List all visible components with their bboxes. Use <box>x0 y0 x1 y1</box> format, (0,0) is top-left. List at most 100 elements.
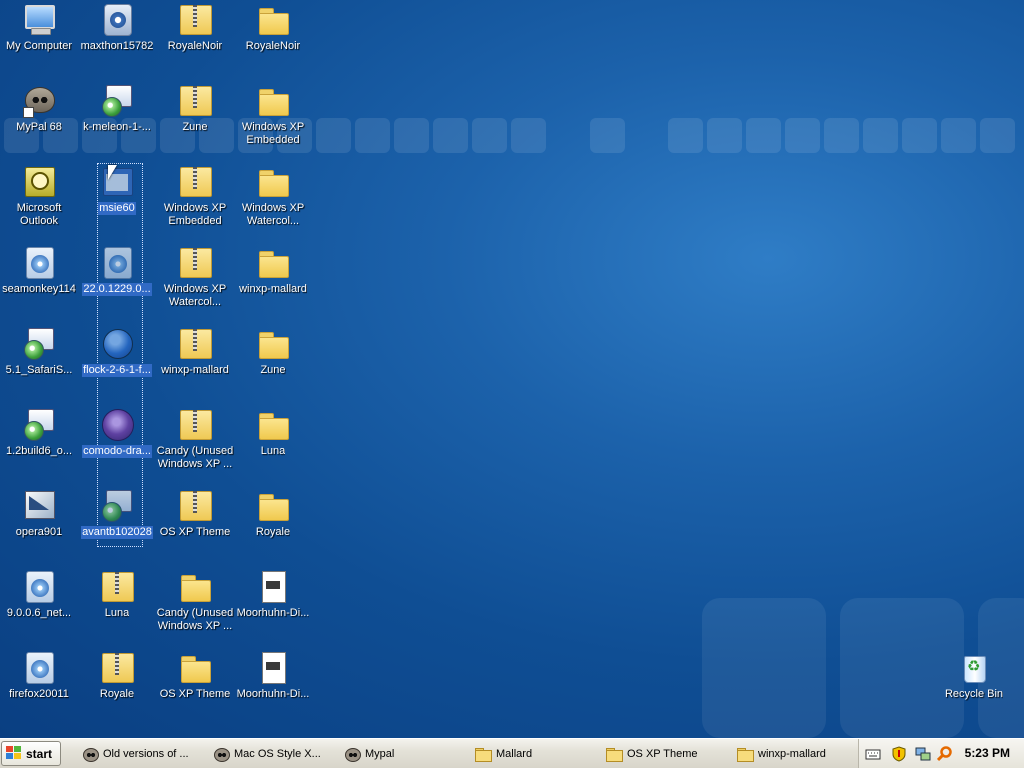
desktop-icon-os-xp-theme-folder[interactable]: OS XP Theme <box>156 648 234 724</box>
desktop-icon-recycle-bin[interactable]: Recycle Bin <box>935 648 1013 724</box>
taskbar-button-winxp-mallard[interactable]: winxp-mallard <box>731 741 855 766</box>
desktop-icon-xp-embedded-zip[interactable]: Windows XP Embedded <box>156 162 234 238</box>
desktop-icon-xp-watercolor-zip[interactable]: Windows XP Watercol... <box>156 243 234 319</box>
desktop-icon-label: Windows XP Watercol... <box>241 202 305 227</box>
desktop-icon-moorhuhn-2[interactable]: Moorhuhn-Di... <box>234 648 312 724</box>
cd-setup-icon <box>22 245 56 279</box>
desktop-icon-maxthon[interactable]: maxthon15782 <box>78 0 156 76</box>
desktop-icon-candy-zip[interactable]: Candy (Unused Windows XP ... <box>156 405 234 481</box>
taskbar: start Old versions of ... Mac OS Style X… <box>0 738 1024 768</box>
desktop-icon-microsoft-outlook[interactable]: Microsoft Outlook <box>0 162 78 238</box>
desktop-icon-k-meleon[interactable]: k-meleon-1-... <box>78 81 156 157</box>
desktop-icon-label: msie60 <box>98 202 136 215</box>
system-tray: 5:23 PM <box>858 739 1024 768</box>
desktop-icon-firefox[interactable]: firefox20011 <box>0 648 78 724</box>
desktop-icon-label: avantb102028 <box>81 526 153 539</box>
desktop-icon-royalenoir-zip[interactable]: RoyaleNoir <box>156 0 234 76</box>
desktop-icon-label: 5.1_SafariS... <box>5 364 73 376</box>
zip-folder-icon <box>178 245 212 279</box>
desktop-icon-mypal[interactable]: MyPal 68 <box>0 81 78 157</box>
wallpaper-tile-large <box>702 598 826 738</box>
maxthon-installer-icon <box>100 2 134 36</box>
desktop-icon-my-computer[interactable]: My Computer <box>0 0 78 76</box>
desktop-icon-winxp-mallard-zip[interactable]: winxp-mallard <box>156 324 234 400</box>
desktop-icon-label: Royale <box>99 688 135 700</box>
desktop-icon-candy-folder[interactable]: Candy (Unused Windows XP ... <box>156 567 234 643</box>
desktop-icon-msie60[interactable]: msie60 <box>78 162 156 238</box>
desktop-icon-label: OS XP Theme <box>159 688 231 700</box>
taskbar-button-mallard[interactable]: Mallard <box>469 741 593 766</box>
desktop-icon-opera[interactable]: opera901 <box>0 486 78 562</box>
taskbar-button-label: Old versions of ... <box>103 747 189 760</box>
desktop-icon-label: Candy (Unused Windows XP ... <box>156 445 234 470</box>
desktop-icon-os-xp-theme-zip[interactable]: OS XP Theme <box>156 486 234 562</box>
windows-flag-icon <box>6 746 22 761</box>
desktop-icon-xp-watercolor-folder[interactable]: Windows XP Watercol... <box>234 162 312 238</box>
taskbar-button-old-versions[interactable]: Old versions of ... <box>76 741 200 766</box>
folder-icon <box>256 245 290 279</box>
desktop-icon-luna-zip[interactable]: Luna <box>78 567 156 643</box>
desktop-icon-seamonkey[interactable]: seamonkey114 <box>0 243 78 319</box>
desktop-icon-royale-folder[interactable]: Royale <box>234 486 312 562</box>
desktop-icon-zune-folder[interactable]: Zune <box>234 324 312 400</box>
desktop-icon-avant[interactable]: avantb102028 <box>78 486 156 562</box>
desktop-icon-build6[interactable]: 1.2build6_o... <box>0 405 78 481</box>
desktop-icon-label: Windows XP Watercol... <box>163 283 227 308</box>
opera-installer-icon <box>22 488 56 522</box>
desktop-icon-zune-zip[interactable]: Zune <box>156 81 234 157</box>
taskbar-button-mac-os-style[interactable]: Mac OS Style X... <box>207 741 331 766</box>
desktop-icon-label: winxp-mallard <box>239 283 307 295</box>
zip-folder-icon <box>100 650 134 684</box>
desktop-icon-net[interactable]: 9.0.0.6_net... <box>0 567 78 643</box>
taskbar-button-mypal[interactable]: Mypal <box>338 741 462 766</box>
start-button[interactable]: start <box>1 741 61 766</box>
desktop-icon-label: Recycle Bin <box>944 688 1004 700</box>
application-window-icon <box>100 164 134 198</box>
desktop-icon-label: Windows XP Embedded <box>163 202 227 227</box>
desktop-icon-label: Windows XP Embedded <box>241 121 305 146</box>
desktop-icon-comodo-dragon[interactable]: comodo-dra... <box>78 405 156 481</box>
desktop-icon-luna-folder[interactable]: Luna <box>234 405 312 481</box>
cd-setup-icon <box>100 245 134 279</box>
taskbar-button-label: winxp-mallard <box>758 747 826 760</box>
desktop-icon-label: Moorhuhn-Di... <box>236 688 310 700</box>
desktop-icon-label: 22.0.1229.0... <box>82 283 152 296</box>
desktop[interactable]: My Computer MyPal 68 Microsoft Outlook s… <box>0 0 1024 738</box>
desktop-icon-royale-zip[interactable]: Royale <box>78 648 156 724</box>
security-shield-icon[interactable] <box>891 746 907 762</box>
taskbar-button-os-xp-theme[interactable]: OS XP Theme <box>600 741 724 766</box>
zip-folder-icon <box>178 407 212 441</box>
taskbar-clock[interactable]: 5:23 PM <box>965 746 1010 760</box>
setup-installer-icon <box>22 407 56 441</box>
zip-folder-icon <box>100 569 134 603</box>
zip-folder-icon <box>178 164 212 198</box>
desktop-icon-label: 1.2build6_o... <box>5 445 73 457</box>
mypal-icon <box>82 747 99 762</box>
taskbar-button-label: OS XP Theme <box>627 747 698 760</box>
desktop-icon-label: Royale <box>255 526 291 538</box>
desktop-icon-label: Zune <box>182 121 208 133</box>
zip-folder-icon <box>178 83 212 117</box>
network-icon[interactable] <box>915 746 931 762</box>
desktop-icon-royalenoir-folder[interactable]: RoyaleNoir <box>234 0 312 76</box>
folder-icon <box>178 569 212 603</box>
desktop-icon-22-0-1229[interactable]: 22.0.1229.0... <box>78 243 156 319</box>
zip-folder-icon <box>178 326 212 360</box>
computer-icon <box>22 2 56 36</box>
desktop-icon-label: OS XP Theme <box>159 526 231 538</box>
flock-installer-icon <box>100 326 134 360</box>
desktop-icon-safari[interactable]: 5.1_SafariS... <box>0 324 78 400</box>
zip-folder-icon <box>178 2 212 36</box>
desktop-icon-label: Microsoft Outlook <box>16 202 62 227</box>
keyboard-icon[interactable] <box>865 746 881 762</box>
desktop-icon-label: k-meleon-1-... <box>83 121 151 133</box>
folder-icon <box>606 747 623 762</box>
desktop-icon-moorhuhn-1[interactable]: Moorhuhn-Di... <box>234 567 312 643</box>
search-icon[interactable] <box>936 746 953 762</box>
desktop-icon-flock[interactable]: flock-2-6-1-f... <box>78 324 156 400</box>
desktop-icon-winxp-mallard-folder[interactable]: winxp-mallard <box>234 243 312 319</box>
folder-icon <box>737 747 754 762</box>
mypal-icon <box>344 747 361 762</box>
desktop-icon-label: RoyaleNoir <box>245 40 301 52</box>
desktop-icon-xp-embedded-folder[interactable]: Windows XP Embedded <box>234 81 312 157</box>
